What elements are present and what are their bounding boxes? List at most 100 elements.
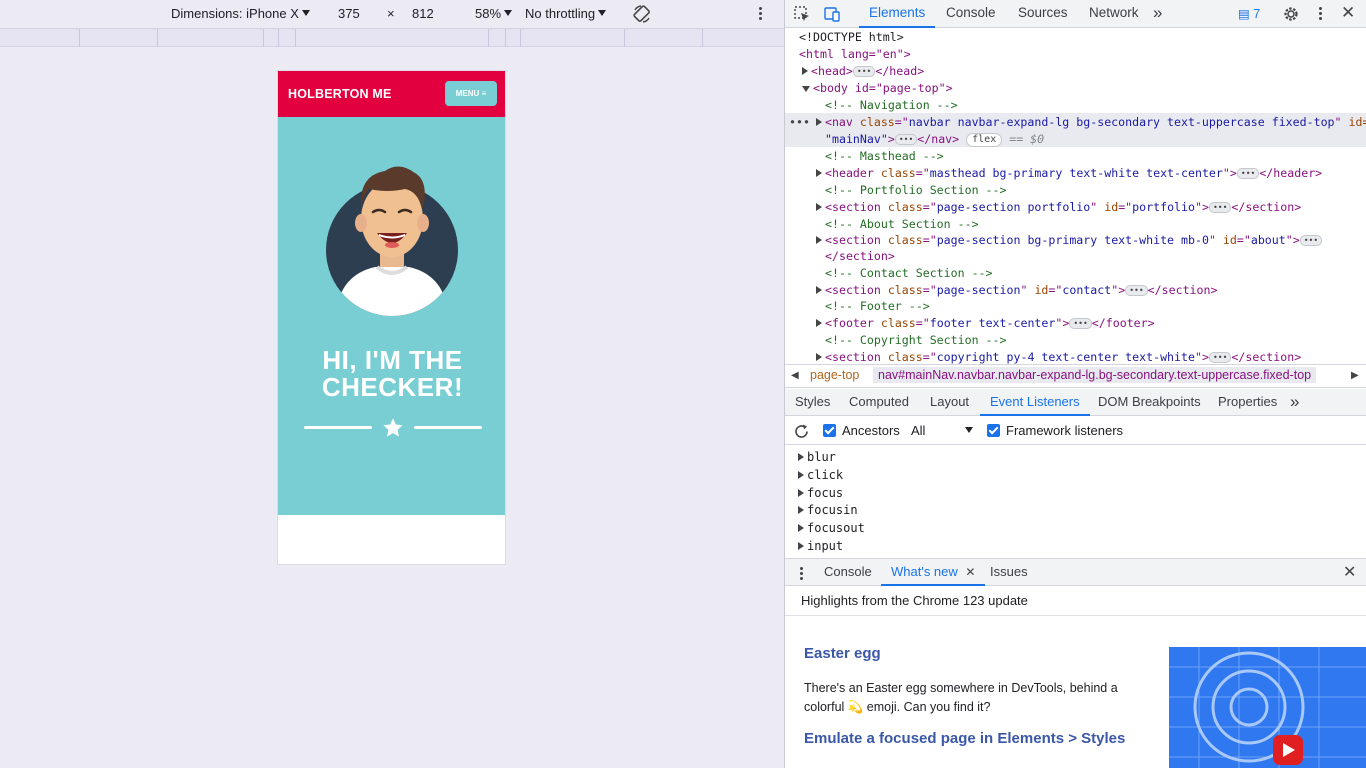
collapsed-ellipsis-icon[interactable]: ••• (1069, 318, 1092, 329)
collapsed-ellipsis-icon[interactable]: ••• (1208, 352, 1232, 363)
expand-triangle-icon[interactable] (816, 203, 822, 211)
expand-triangle-icon[interactable] (802, 67, 808, 75)
expand-triangle-icon[interactable] (816, 169, 822, 177)
whats-new-link[interactable]: Emulate a focused page in Elements > Sty… (804, 730, 1125, 747)
collapsed-ellipsis-icon[interactable]: ••• (852, 66, 876, 77)
tree-head-node[interactable]: <head> ••• </head> (802, 63, 924, 80)
device-height-input[interactable]: 812 (412, 6, 434, 21)
collapsed-ellipsis-icon[interactable]: ••• (1125, 285, 1148, 296)
throttling-label: No throttling (525, 6, 596, 21)
expand-triangle-icon[interactable] (815, 118, 822, 126)
event-focusout[interactable]: focusout (798, 519, 865, 537)
tree-comment-about: <!-- About Section --> (825, 217, 979, 231)
tree-about-node[interactable]: <section class="page-section bg-primary … (816, 232, 1323, 249)
whats-new-panel: Highlights from the Chrome 123 update Ea… (785, 587, 1366, 768)
event-click[interactable]: click (798, 466, 843, 484)
close-devtools-icon[interactable]: ✕ (1341, 3, 1355, 23)
message-icon: ▤ (1238, 7, 1250, 21)
expand-triangle-icon[interactable] (816, 286, 822, 294)
device-dimensions-select[interactable]: Dimensions: iPhone X (171, 6, 310, 21)
breadcrumb-scroll-right-icon[interactable]: ▶ (1351, 370, 1359, 381)
drawer-menu-icon[interactable] (797, 565, 805, 581)
close-tab-icon[interactable]: ✕ (965, 565, 975, 579)
drawer-tab-whats-new[interactable]: What's new ✕ (881, 559, 986, 586)
throttling-select[interactable]: No throttling (525, 6, 607, 21)
breadcrumb-page-top[interactable]: page-top (810, 368, 859, 382)
collapsed-ellipsis-icon[interactable]: ••• (1208, 202, 1232, 213)
event-blur[interactable]: blur (798, 448, 836, 466)
expand-triangle-icon (798, 471, 804, 479)
drawer-tab-issues[interactable]: Issues (990, 559, 1028, 586)
tab-console[interactable]: Console (946, 0, 996, 28)
more-sidebar-tabs-icon[interactable]: » (1290, 389, 1299, 416)
node-actions-icon[interactable]: ••• (789, 115, 810, 129)
tree-portfolio-node[interactable]: <section class="page-section portfolio" … (816, 199, 1301, 216)
tab-sources[interactable]: Sources (1018, 0, 1068, 28)
tree-contact-node[interactable]: <section class="page-section" id="contac… (816, 282, 1217, 299)
tab-styles[interactable]: Styles (795, 389, 830, 416)
site-brand[interactable]: HOLBERTON ME (288, 87, 392, 101)
tree-nav-node-cont[interactable]: "mainNav"> ••• </nav> flex == $0 (825, 131, 1044, 148)
tree-header-node[interactable]: <header class="masthead bg-primary text-… (816, 165, 1322, 182)
more-options-icon[interactable] (754, 5, 766, 23)
tab-event-listeners[interactable]: Event Listeners (980, 389, 1090, 416)
tree-body-node[interactable]: <body id="page-top"> (802, 80, 953, 97)
tab-layout[interactable]: Layout (930, 389, 969, 416)
avatar-illustration (326, 166, 458, 316)
issues-counter[interactable]: ▤ 7 (1238, 6, 1260, 21)
tab-properties[interactable]: Properties (1218, 389, 1277, 416)
tab-network[interactable]: Network (1089, 0, 1139, 28)
tree-doctype: <!DOCTYPE html> (799, 30, 904, 44)
whats-new-header: Highlights from the Chrome 123 update (801, 593, 1028, 608)
issues-count: 7 (1253, 7, 1261, 21)
refresh-icon[interactable] (793, 423, 810, 440)
device-width-input[interactable]: 375 (338, 6, 360, 21)
flex-badge[interactable]: flex (966, 133, 1003, 147)
tree-nav-node[interactable]: ••• <nav class="navbar navbar-expand-lg b… (789, 114, 1366, 131)
tree-footer-node[interactable]: <footer class="footer text-center"> ••• </… (816, 315, 1155, 332)
collapsed-ellipsis-icon[interactable]: ••• (1299, 235, 1323, 246)
ancestors-label: Ancestors (842, 423, 900, 438)
framework-listeners-checkbox[interactable] (987, 424, 1000, 437)
menu-button[interactable]: MENU ≡ (445, 81, 497, 106)
tree-comment-portfolio: <!-- Portfolio Section --> (825, 183, 1007, 197)
collapsed-ellipsis-icon[interactable]: ••• (894, 134, 918, 145)
event-focusin[interactable]: focusin (798, 501, 858, 519)
media-query-ruler (0, 28, 784, 47)
zoom-select[interactable]: 58% (475, 6, 513, 21)
expand-triangle-icon (798, 524, 804, 532)
hamburger-icon: ≡ (481, 89, 487, 98)
whats-new-title[interactable]: Easter egg (804, 645, 881, 662)
devtools-main-tabs: Elements Console Sources Network » ▤ 7 ✕ (785, 0, 1366, 28)
event-input[interactable]: input (798, 537, 843, 555)
elements-dom-tree: <!DOCTYPE html> <html lang="en"> <head> •… (785, 29, 1366, 364)
video-thumbnail[interactable] (1169, 647, 1366, 768)
tree-comment-copyright: <!-- Copyright Section --> (825, 333, 1007, 347)
rotate-icon[interactable] (632, 4, 652, 24)
ancestors-checkbox[interactable] (823, 424, 836, 437)
drawer-tab-console[interactable]: Console (824, 559, 872, 586)
headline-line-2: CHECKER! (321, 372, 464, 402)
whats-new-label: What's new (891, 564, 958, 579)
more-tabs-icon[interactable]: » (1153, 0, 1162, 28)
listener-filter-select[interactable]: All (911, 423, 974, 438)
tab-computed[interactable]: Computed (849, 389, 909, 416)
star-divider (304, 417, 482, 439)
settings-gear-icon[interactable] (1282, 5, 1300, 23)
chevron-down-icon (504, 10, 513, 16)
tab-dom-breakpoints[interactable]: DOM Breakpoints (1098, 389, 1201, 416)
customize-devtools-icon[interactable] (1314, 5, 1326, 23)
collapse-triangle-icon[interactable] (802, 86, 810, 92)
expand-triangle-icon[interactable] (816, 236, 822, 244)
collapsed-ellipsis-icon[interactable]: ••• (1236, 168, 1260, 179)
inspect-element-icon[interactable] (793, 5, 811, 23)
close-drawer-icon[interactable]: ✕ (1343, 562, 1356, 582)
expand-triangle-icon[interactable] (816, 319, 822, 327)
device-toolbar-icon[interactable] (823, 5, 841, 23)
tab-elements[interactable]: Elements (859, 0, 936, 28)
expand-triangle-icon[interactable] (816, 353, 822, 361)
breadcrumb-scroll-left-icon[interactable]: ◀ (791, 370, 799, 381)
breadcrumb-nav[interactable]: nav#mainNav.navbar.navbar-expand-lg.bg-s… (873, 367, 1317, 383)
tree-html-open[interactable]: <html lang="en"> (799, 46, 911, 63)
event-focus[interactable]: focus (798, 484, 843, 502)
